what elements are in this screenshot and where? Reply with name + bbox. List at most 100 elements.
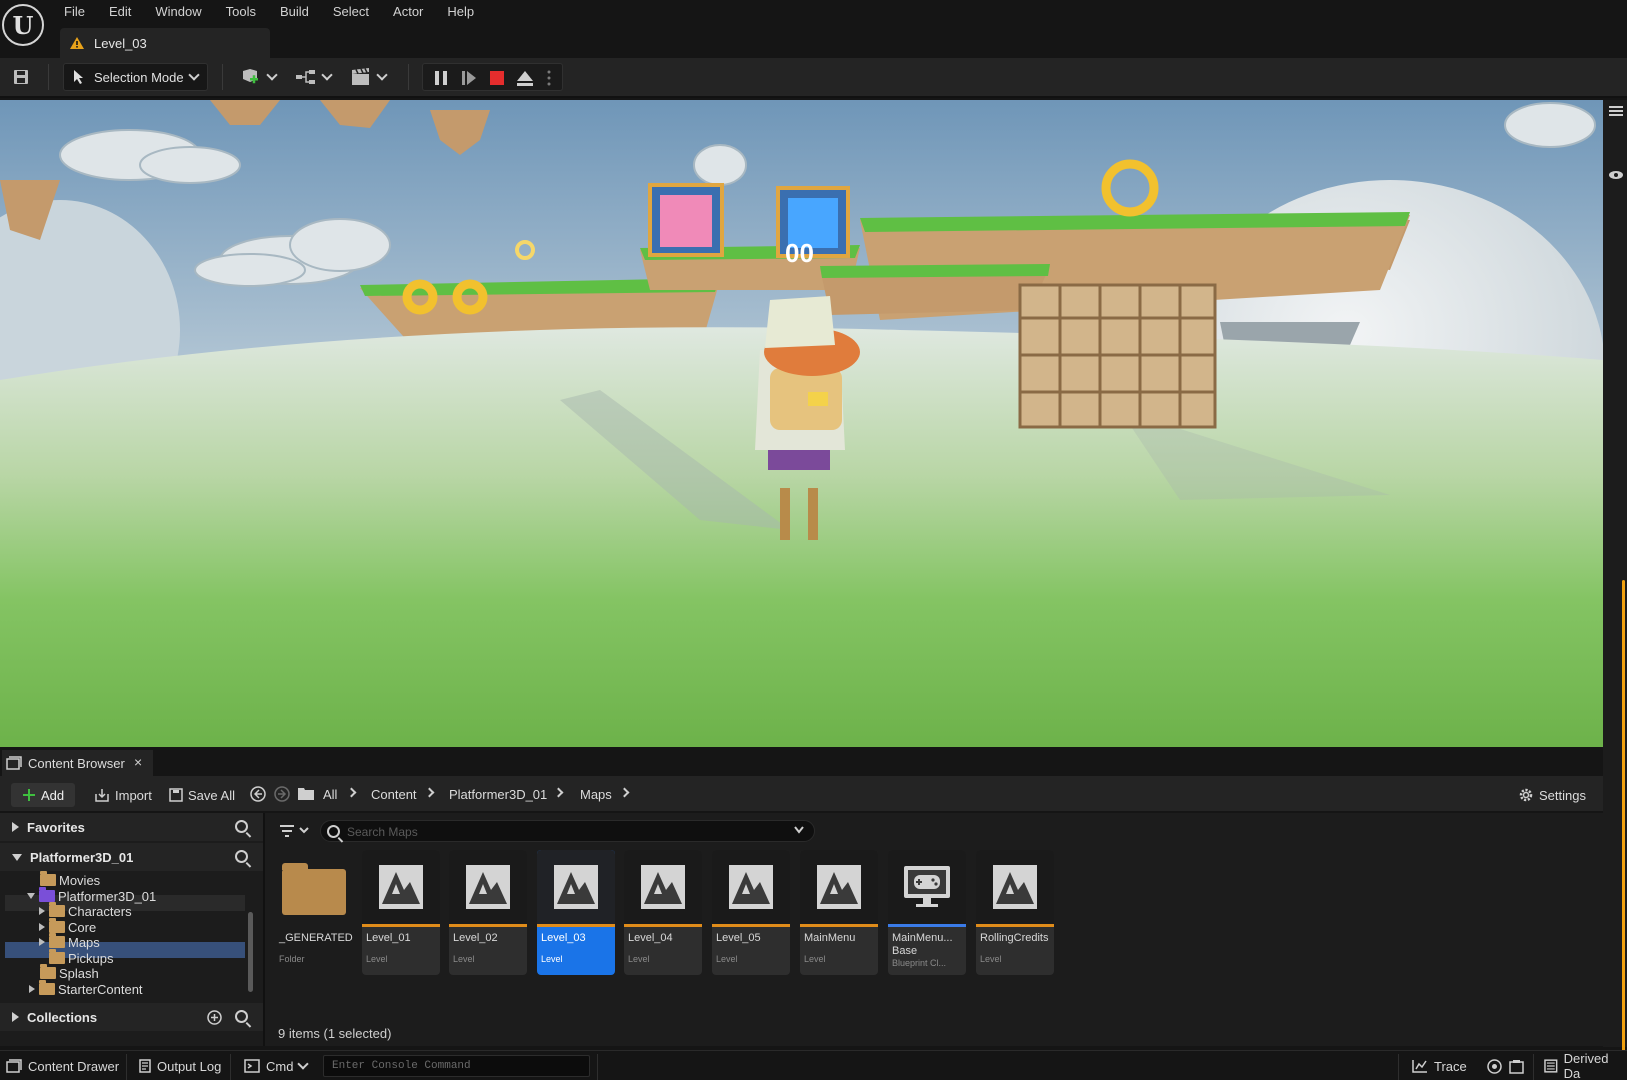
breadcrumb-maps[interactable]: Maps (580, 787, 612, 802)
status-divider (230, 1054, 231, 1080)
step-icon[interactable] (461, 70, 477, 86)
menu-actor[interactable]: Actor (381, 2, 435, 22)
collections-header[interactable]: Collections (0, 1003, 263, 1031)
breadcrumb-content[interactable]: Content (371, 787, 417, 802)
tree-item-startercontent[interactable]: StarterContent (29, 980, 143, 997)
tree-item-splash[interactable]: Splash (40, 964, 99, 981)
menu-icon[interactable] (1609, 106, 1623, 116)
asset-tile-rollingcredits[interactable]: RollingCredits Level (976, 850, 1054, 975)
import-button[interactable]: Import (94, 783, 152, 807)
search-icon[interactable] (235, 820, 248, 833)
menu-build[interactable]: Build (268, 2, 321, 22)
more-icon[interactable] (547, 70, 551, 86)
asset-tile-level-01[interactable]: Level_01 Level (362, 850, 440, 975)
title-bar: U File Edit Window Tools Build Select Ac… (0, 0, 1627, 58)
asset-tile-level-04[interactable]: Level_04 Level (624, 850, 702, 975)
asset-tile-level-02[interactable]: Level_02 Level (449, 850, 527, 975)
project-label: Platformer3D_01 (30, 849, 134, 865)
expand-arrow-icon[interactable] (39, 907, 45, 915)
trace-button[interactable]: Trace (1412, 1057, 1467, 1075)
asset-tile-level-05[interactable]: Level_05 Level (712, 850, 790, 975)
settings-button-label: Settings (1539, 787, 1586, 803)
level-tab[interactable]: Level_03 (60, 28, 270, 58)
back-icon[interactable] (250, 786, 266, 802)
console-command-input[interactable] (323, 1055, 590, 1077)
content-drawer-button[interactable]: Content Drawer (6, 1057, 119, 1075)
close-icon[interactable]: × (134, 754, 142, 770)
expand-arrow-icon[interactable] (39, 938, 45, 946)
asset-name: _GENERATED (279, 932, 353, 944)
expand-arrow-icon[interactable] (39, 923, 45, 931)
save-button[interactable] (8, 63, 34, 91)
asset-type-bar (449, 924, 527, 927)
expand-arrow-icon[interactable] (29, 985, 35, 993)
menu-edit[interactable]: Edit (97, 2, 143, 22)
folder-icon (49, 918, 65, 933)
cinematics-icon (352, 68, 369, 85)
asset-type: Folder (279, 954, 305, 964)
settings-button[interactable]: Settings (1518, 783, 1586, 807)
cmd-dropdown[interactable]: Cmd (244, 1057, 310, 1075)
content-drawer-label: Content Drawer (28, 1058, 120, 1074)
breadcrumb-chevron-icon[interactable] (619, 787, 630, 798)
forward-icon[interactable] (274, 786, 290, 802)
search-icon[interactable] (235, 850, 248, 863)
cinematics-button[interactable] (348, 63, 388, 91)
unreal-logo-icon[interactable]: U (2, 4, 44, 46)
collapse-arrow-icon[interactable] (27, 893, 35, 899)
tree-item-pickups[interactable]: Pickups (49, 949, 114, 966)
add-actor-button[interactable] (238, 63, 278, 91)
tree-item-maps[interactable]: Maps (39, 933, 100, 950)
stop-icon[interactable] (489, 70, 505, 86)
asset-name: Level_04 (628, 932, 673, 944)
level-warning-icon (70, 37, 84, 49)
asset-tile-level-03[interactable]: Level_03 Level (537, 850, 615, 975)
asset-tile-mainmenu-base[interactable]: MainMenu... Base Blueprint Cl... (888, 850, 966, 975)
revision-control-icon[interactable] (1509, 1059, 1524, 1074)
asset-type-bar (976, 924, 1054, 927)
tree-item-movies[interactable]: Movies (40, 871, 100, 888)
folder-icon (39, 980, 55, 995)
breadcrumb-chevron-icon[interactable] (424, 787, 435, 798)
favorites-header[interactable]: Favorites (0, 813, 263, 841)
level-map-icon (817, 865, 861, 909)
pause-icon[interactable] (433, 70, 449, 86)
asset-tile-mainmenu[interactable]: MainMenu Level (800, 850, 878, 975)
search-icon[interactable] (235, 1010, 248, 1023)
source-control-icon[interactable] (1487, 1059, 1502, 1074)
add-collection-icon[interactable] (207, 1010, 222, 1025)
breadcrumb-all[interactable]: All (323, 787, 337, 802)
breadcrumb-project[interactable]: Platformer3D_01 (449, 787, 547, 802)
asset-type-bar (800, 924, 878, 927)
eye-icon[interactable] (1609, 170, 1623, 180)
content-browser-tab[interactable]: Content Browser (2, 750, 153, 776)
add-button[interactable]: Add (11, 783, 75, 807)
blueprint-button[interactable] (293, 63, 333, 91)
asset-tile-generated[interactable]: _GENERATED Folder (275, 850, 353, 975)
project-header[interactable]: Platformer3D_01 (0, 843, 263, 871)
tree-item-characters[interactable]: Characters (39, 902, 132, 919)
asset-type-bar (624, 924, 702, 927)
selection-mode-dropdown[interactable]: Selection Mode (63, 63, 208, 91)
level-viewport[interactable]: 00 (0, 100, 1603, 747)
filter-button[interactable] (280, 822, 312, 840)
output-log-label: Output Log (157, 1058, 222, 1074)
tree-scrollbar[interactable] (248, 912, 253, 992)
toolbar-divider (408, 64, 409, 90)
chevron-down-icon (321, 69, 333, 81)
menu-tools[interactable]: Tools (214, 2, 268, 22)
search-input[interactable] (347, 823, 777, 841)
eject-icon[interactable] (516, 70, 534, 86)
menu-window[interactable]: Window (143, 2, 213, 22)
breadcrumb-chevron-icon[interactable] (553, 787, 564, 798)
menu-file[interactable]: File (52, 2, 97, 22)
menu-select[interactable]: Select (321, 2, 381, 22)
tree-item-core[interactable]: Core (39, 918, 96, 935)
chevron-down-icon[interactable] (794, 826, 804, 834)
output-log-button[interactable]: Output Log (139, 1057, 221, 1075)
tree-item-platformer3d[interactable]: Platformer3D_01 (27, 887, 156, 904)
breadcrumb-chevron-icon[interactable] (346, 787, 357, 798)
menu-help[interactable]: Help (435, 2, 486, 22)
derived-data-button[interactable]: Derived Da (1544, 1051, 1627, 1080)
save-all-button[interactable]: Save All (169, 783, 235, 807)
